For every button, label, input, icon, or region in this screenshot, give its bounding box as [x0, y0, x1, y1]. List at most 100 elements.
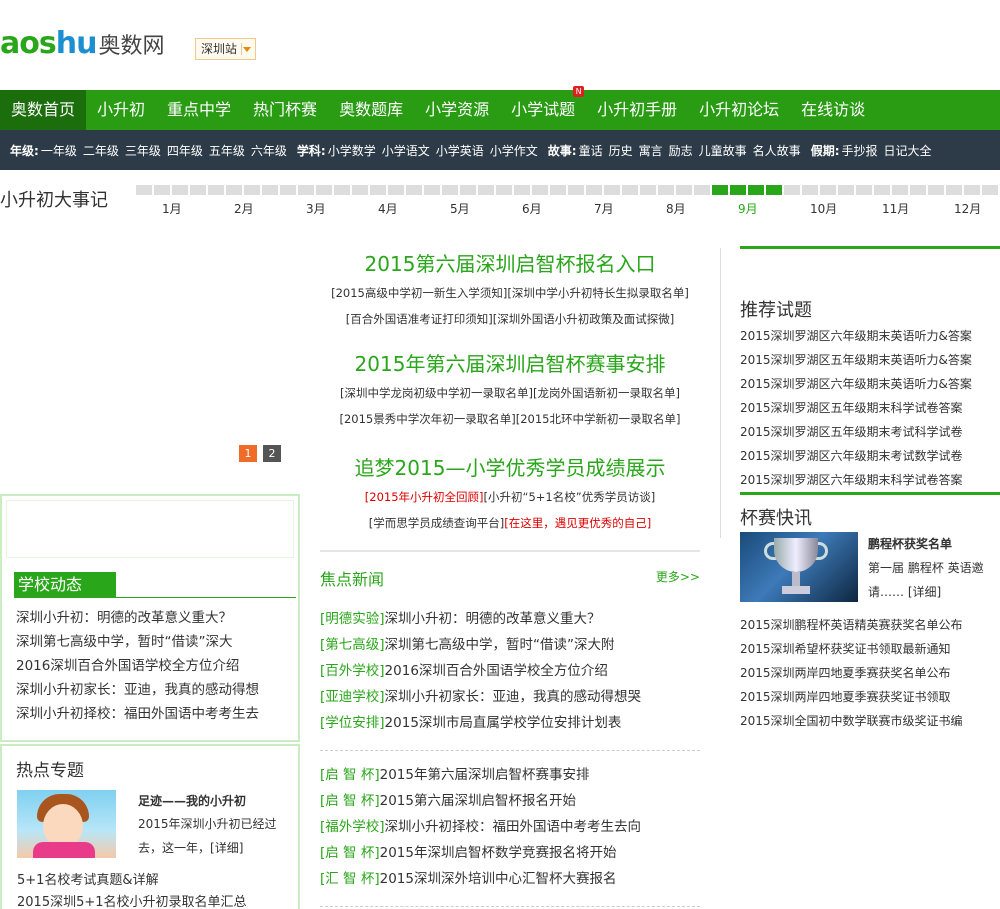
subnav-link[interactable]: 名人故事 — [753, 142, 801, 159]
nav-item[interactable]: 小升初手册 — [586, 90, 688, 130]
cup-news-item[interactable]: 2015深圳两岸四地夏季赛获奖名单公布 — [740, 666, 951, 680]
focus-news-row[interactable]: [百外学校]2016深圳百合外国语学校全方位介绍 — [320, 658, 700, 684]
hot-feature-title[interactable]: 足迹——我的小升初 — [138, 792, 246, 809]
recommend-item[interactable]: 2015深圳罗湖区六年级期末科学试卷答案 — [740, 473, 963, 487]
recommend-item[interactable]: 2015深圳罗湖区六年级期末考试数学试卷 — [740, 449, 963, 463]
timeline-month[interactable]: 8月 — [666, 200, 686, 217]
recommend-item[interactable]: 2015深圳罗湖区五年级期末英语听力&答案 — [740, 353, 972, 367]
focus-news-text[interactable]: 深圳小升初家长：亚迪，我真的感动得想哭 — [385, 689, 642, 705]
focus-news-text[interactable]: 深圳小升初择校：福田外国语中考考生去向 — [385, 819, 642, 835]
timeline-month[interactable]: 7月 — [594, 200, 614, 217]
school-news-item[interactable]: 深圳小升初：明德的改革意义重大？ — [16, 610, 232, 626]
focus-news-text[interactable]: 2015深圳市局直属学校学位安排计划表 — [385, 715, 622, 731]
school-news-item[interactable]: 2016深圳百合外国语学校全方位介绍 — [16, 658, 239, 674]
headline-sub-link[interactable]: [龙岗外国语新初一录取名单] — [533, 386, 680, 400]
station-selector[interactable]: 深圳站 — [195, 38, 256, 60]
focus-news-row[interactable]: [亚迪学校]深圳小升初家长：亚迪，我真的感动得想哭 — [320, 684, 700, 710]
subnav-link[interactable]: 小学作文 — [490, 142, 538, 159]
recommend-item[interactable]: 2015深圳罗湖区五年级期末科学试卷答案 — [740, 401, 963, 415]
focus-news-tag[interactable]: [明德实验] — [320, 611, 385, 627]
headline-sub-link[interactable]: [深圳中学龙岗初级中学初一录取名单] — [340, 386, 533, 400]
nav-item[interactable]: 小升初 — [86, 90, 156, 130]
nav-item[interactable]: 奥数题库 — [328, 90, 414, 130]
focus-news-more-link[interactable]: 更多>> — [656, 568, 700, 585]
focus-news-text[interactable]: 2015年第六届深圳启智杯赛事安排 — [380, 767, 590, 783]
focus-news-text[interactable]: 2015年深圳启智杯数学竞赛报名将开始 — [380, 845, 617, 861]
focus-news-text[interactable]: 深圳第七高级中学，暂时“借读”深大附 — [385, 637, 615, 653]
focus-news-tag[interactable]: [亚迪学校] — [320, 689, 385, 705]
subnav-link[interactable]: 儿童故事 — [699, 142, 747, 159]
timeline-month[interactable]: 5月 — [450, 200, 470, 217]
headline-title[interactable]: 2015第六届深圳启智杯报名入口 — [320, 250, 700, 278]
nav-item[interactable]: 重点中学 — [156, 90, 242, 130]
focus-news-tag[interactable]: [启 智 杯] — [320, 793, 380, 809]
focus-news-text[interactable]: 2015深圳深外培训中心汇智杯大赛报名 — [380, 871, 617, 887]
subnav-link[interactable]: 六年级 — [251, 142, 287, 159]
hot-feature-more-link[interactable]: [详细] — [210, 841, 243, 855]
carousel-page-button[interactable]: 2 — [263, 445, 281, 462]
headline-sub-link[interactable]: [2015年小升初全回顾] — [365, 490, 484, 504]
cup-news-item[interactable]: 2015深圳希望杯获奖证书领取最新通知 — [740, 642, 951, 656]
subnav-link[interactable]: 手抄报 — [842, 142, 878, 159]
recommend-item[interactable]: 2015深圳罗湖区五年级期末考试科学试卷 — [740, 425, 963, 439]
focus-news-row[interactable]: [启 智 杯]2015第六届深圳启智杯报名开始 — [320, 788, 700, 814]
timeline-month[interactable]: 1月 — [162, 200, 182, 217]
nav-item[interactable]: 在线访谈 — [790, 90, 876, 130]
focus-news-row[interactable]: [汇 智 杯]2015深圳深外培训中心汇智杯大赛报名 — [320, 866, 700, 892]
focus-news-text[interactable]: 2016深圳百合外国语学校全方位介绍 — [385, 663, 608, 679]
cup-feature-more-link[interactable]: [详细] — [908, 585, 941, 599]
timeline-month[interactable]: 12月 — [954, 200, 981, 217]
subnav-link[interactable]: 历史 — [609, 142, 633, 159]
headline-sub-link[interactable]: [2015景秀中学次年初一录取名单] — [340, 412, 516, 426]
nav-item[interactable]: 小学资源 — [414, 90, 500, 130]
subnav-link[interactable]: 童话 — [579, 142, 603, 159]
carousel-page-button[interactable]: 1 — [239, 445, 257, 462]
headline-sub-link[interactable]: [百合外国语准考证打印须知] — [346, 312, 493, 326]
focus-news-row[interactable]: [第七高级]深圳第七高级中学，暂时“借读”深大附 — [320, 632, 700, 658]
nav-item[interactable]: 奥数首页 — [0, 90, 87, 130]
subnav-link[interactable]: 三年级 — [125, 142, 161, 159]
subnav-link[interactable]: 寓言 — [639, 142, 663, 159]
focus-news-row[interactable]: [启 智 杯]2015年深圳启智杯数学竞赛报名将开始 — [320, 840, 700, 866]
focus-news-tag[interactable]: [汇 智 杯] — [320, 871, 380, 887]
hot-topic-item[interactable]: 2015深圳5+1名校小升初录取名单汇总 — [17, 895, 247, 909]
hot-topic-item[interactable]: 5+1名校考试真题&详解 — [17, 873, 159, 888]
cup-news-item[interactable]: 2015深圳两岸四地夏季赛获奖证书领取 — [740, 690, 951, 704]
headline-sub-link[interactable]: [深圳中学小升初特长生拟录取名单] — [507, 286, 688, 300]
timeline-month[interactable]: 6月 — [522, 200, 542, 217]
subnav-link[interactable]: 四年级 — [167, 142, 203, 159]
subnav-link[interactable]: 小学英语 — [436, 142, 484, 159]
focus-news-tag[interactable]: [福外学校] — [320, 819, 385, 835]
subnav-link[interactable]: 二年级 — [83, 142, 119, 159]
focus-news-tag[interactable]: [启 智 杯] — [320, 767, 380, 783]
subnav-link[interactable]: 小学数学 — [328, 142, 376, 159]
timeline-month[interactable]: 10月 — [810, 200, 837, 217]
focus-news-tag[interactable]: [第七高级] — [320, 637, 385, 653]
timeline-month[interactable]: 2月 — [234, 200, 254, 217]
nav-item[interactable]: 热门杯赛 — [242, 90, 328, 130]
timeline-month[interactable]: 11月 — [882, 200, 909, 217]
school-news-item[interactable]: 深圳小升初家长：亚迪，我真的感动得想 — [16, 682, 259, 698]
headline-sub-link[interactable]: [2015北环中学新初一录取名单] — [516, 412, 681, 426]
focus-news-row[interactable]: [福外学校]深圳小升初择校：福田外国语中考考生去向 — [320, 814, 700, 840]
focus-news-row[interactable]: [明德实验]深圳小升初：明德的改革意义重大？ — [320, 606, 700, 632]
headline-sub-link[interactable]: [学而思学员成绩查询平台] — [369, 516, 504, 530]
subnav-link[interactable]: 五年级 — [209, 142, 245, 159]
student-photo[interactable] — [17, 790, 116, 858]
headline-sub-link[interactable]: [深圳外国语小升初政策及面试探微] — [493, 312, 674, 326]
recommend-item[interactable]: 2015深圳罗湖区六年级期末英语听力&答案 — [740, 329, 972, 343]
nav-item[interactable]: 小学试题 N — [500, 86, 586, 130]
headline-title[interactable]: 追梦2015—小学优秀学员成绩展示 — [320, 454, 700, 482]
headline-sub-link[interactable]: [小升初“5+1名校”优秀学员访谈] — [484, 490, 656, 504]
school-news-item[interactable]: 深圳小升初择校：福田外国语中考考生去 — [16, 706, 259, 722]
cup-news-item[interactable]: 2015深圳全国初中数学联赛市级奖证书编 — [740, 714, 963, 728]
headline-sub-link[interactable]: [在这里，遇见更优秀的自己] — [504, 516, 651, 530]
focus-news-row[interactable]: [学位安排]2015深圳市局直属学校学位安排计划表 — [320, 710, 700, 736]
cup-feature-title[interactable]: 鹏程杯获奖名单 — [868, 535, 952, 552]
timeline-month[interactable]: 9月 — [738, 200, 758, 217]
focus-news-text[interactable]: 深圳小升初：明德的改革意义重大？ — [385, 611, 601, 627]
subnav-link[interactable]: 一年级 — [41, 142, 77, 159]
nav-item[interactable]: 小升初论坛 — [688, 90, 790, 130]
site-logo[interactable]: aoshu 奥数网 — [0, 26, 164, 66]
subnav-link[interactable]: 小学语文 — [382, 142, 430, 159]
